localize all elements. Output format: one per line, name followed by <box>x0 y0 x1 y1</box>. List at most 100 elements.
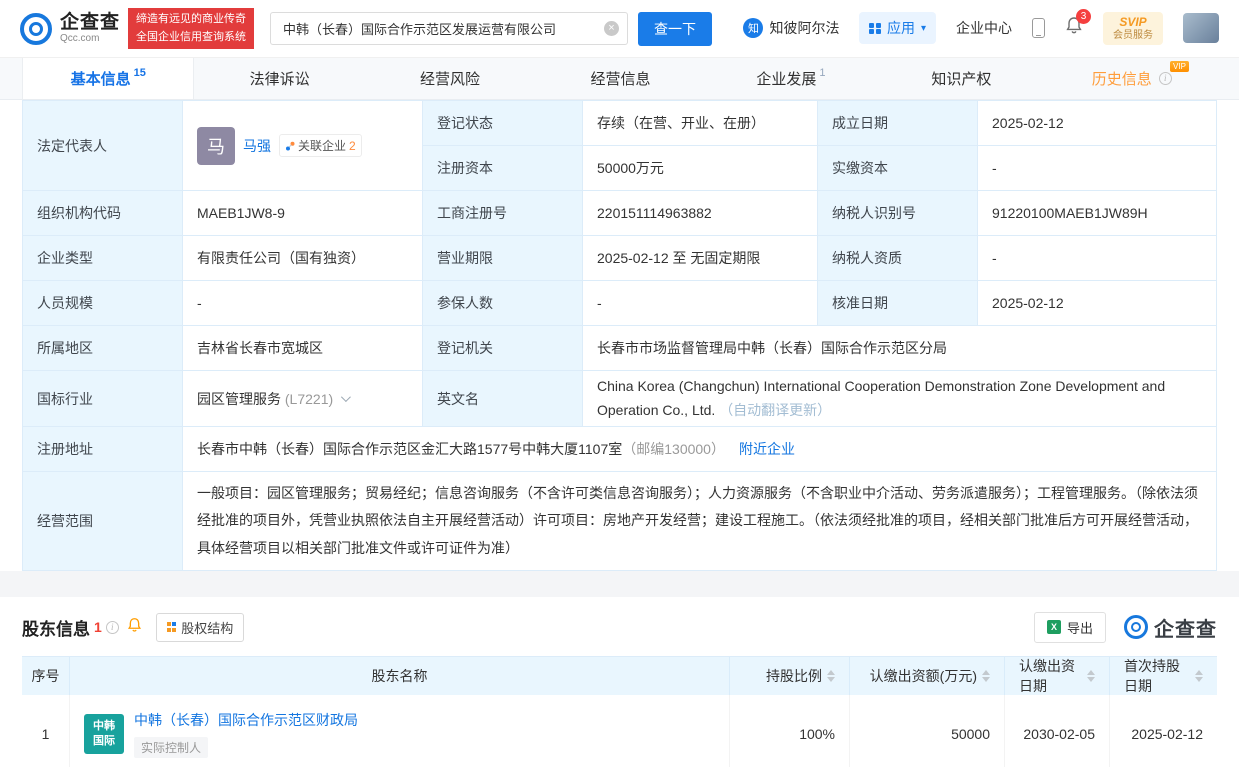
field-value: - <box>992 250 997 266</box>
col-no: 序号 <box>22 657 70 695</box>
tab-bar: 基本信息 15 法律诉讼 经营风险 经营信息 企业发展 1 知识产权 历史信息 … <box>0 58 1239 100</box>
monitor-bell-icon[interactable] <box>127 617 142 638</box>
field-label: 注册资本 <box>423 146 583 190</box>
vip-badge: VIP <box>1170 61 1189 72</box>
qcc-watermark: 企查查 <box>1124 613 1217 642</box>
tab-legal-litigation[interactable]: 法律诉讼 <box>194 58 364 99</box>
shareholders-title: 股东信息 <box>22 619 90 639</box>
shareholder-cell: 中韩 国际 中韩（长春）国际合作示范区财政局 实际控制人 <box>70 695 730 767</box>
field-value: 长春市市场监督管理局中韩（长春）国际合作示范区分局 <box>597 340 947 356</box>
qcc-logo-icon <box>20 12 52 45</box>
brand-name: 企查查 <box>60 11 121 33</box>
clear-search-icon[interactable]: × <box>604 21 620 36</box>
field-value: - <box>183 281 423 325</box>
first-date-value: 2025-02-12 <box>1131 725 1203 742</box>
col-ratio: 持股比例 <box>730 657 850 695</box>
tab-history-info[interactable]: 历史信息 VIP i <box>1047 58 1217 99</box>
apps-menu-button[interactable]: 应用 ▾ <box>859 12 936 45</box>
shareholder-logo[interactable]: 中韩 国际 <box>84 713 124 754</box>
address-cell: 长春市中韩（长春）国际合作示范区金汇大路1577号中韩大厦1107室 （邮编13… <box>197 439 795 459</box>
field-label: 核准日期 <box>818 281 978 325</box>
tab-business-info[interactable]: 经营信息 <box>535 58 705 99</box>
field-label: 参保人数 <box>423 281 583 325</box>
tab-count: 15 <box>133 67 146 79</box>
basic-info-table: 法定代表人 马 马强 关联企业 2 登记状态 存续（在营、开业、在册） 成立日期… <box>22 100 1217 571</box>
brand-domain: Qcc.com <box>60 33 100 45</box>
field-value: - <box>992 160 997 176</box>
shareholder-name-link[interactable]: 中韩（长春）国际合作示范区财政局 <box>134 710 358 730</box>
field-value: 2025-02-12 <box>992 115 1064 131</box>
field-label: 组织机构代码 <box>23 191 183 235</box>
actual-controller-badge[interactable]: 实际控制人 <box>134 736 209 758</box>
field-label: 企业类型 <box>23 236 183 280</box>
row-no: 1 <box>22 695 70 767</box>
col-shareholder-name: 股东名称 <box>70 657 730 695</box>
info-icon[interactable]: i <box>1158 72 1172 85</box>
shareholders-count: 1 <box>94 619 102 635</box>
field-label: 营业期限 <box>423 236 583 280</box>
svip-member-button[interactable]: SVIP 会员服务 <box>1103 12 1163 45</box>
field-label: 英文名 <box>423 371 583 426</box>
field-value: 存续（在营、开业、在册） <box>583 101 818 145</box>
search-input[interactable] <box>270 12 629 45</box>
zhibi-alpha-link[interactable]: 知 知彼阿尔法 <box>743 18 839 39</box>
table-row: 1 中韩 国际 中韩（长春）国际合作示范区财政局 实际控制人 100% 5000… <box>22 695 1217 767</box>
field-value: 吉林省长春市宽城区 <box>183 326 423 370</box>
field-label: 经营范围 <box>23 472 183 570</box>
notifications-button[interactable]: 3 <box>1065 9 1091 40</box>
field-label: 法定代表人 <box>23 101 183 190</box>
field-label: 人员规模 <box>23 281 183 325</box>
field-value: 91220100MAEB1JW89H <box>992 205 1148 221</box>
sort-icon[interactable] <box>827 670 835 682</box>
field-label: 实缴资本 <box>818 146 978 190</box>
tab-basic-info[interactable]: 基本信息 15 <box>22 58 195 99</box>
user-avatar[interactable] <box>1183 13 1219 44</box>
shareholders-section: 股东信息 1 i 股权结构 X 导出 企查查 序号 股东名称 持股比例 认缴出资… <box>0 597 1239 767</box>
export-button[interactable]: X 导出 <box>1033 611 1106 643</box>
tab-intellectual-property[interactable]: 知识产权 <box>876 58 1046 99</box>
field-label: 纳税人资质 <box>818 236 978 280</box>
sort-icon[interactable] <box>1087 670 1095 682</box>
mobile-app-icon[interactable] <box>1032 18 1045 39</box>
chevron-down-icon[interactable] <box>341 392 352 403</box>
col-subscribed-amount: 认缴出资额(万元) <box>850 657 1005 695</box>
related-companies-badge[interactable]: 关联企业 2 <box>279 134 362 157</box>
table-header-row: 序号 股东名称 持股比例 认缴出资额(万元) 认缴出资日期 首次持股日期 <box>22 657 1217 695</box>
tab-company-development[interactable]: 企业发展 1 <box>706 58 876 99</box>
amount-value: 50000 <box>850 695 1005 767</box>
sort-icon[interactable] <box>1195 670 1203 682</box>
auto-translate-note[interactable]: （自动翻译更新） <box>719 402 831 418</box>
sort-icon[interactable] <box>982 670 990 682</box>
legal-rep-avatar[interactable]: 马 <box>197 126 235 165</box>
field-value: 有限责任公司（国有独资） <box>183 236 423 280</box>
qcc-logo[interactable]: 企查查 Qcc.com <box>20 11 121 45</box>
section-divider <box>0 571 1239 597</box>
field-value: MAEB1JW8-9 <box>183 191 423 235</box>
search-button[interactable]: 查一下 <box>638 11 713 46</box>
field-label: 成立日期 <box>818 101 978 145</box>
field-value: 50000万元 <box>583 146 818 190</box>
field-label: 国标行业 <box>23 371 183 426</box>
industry-cell: 园区管理服务 (L7221) <box>183 371 423 426</box>
equity-structure-button[interactable]: 股权结构 <box>155 612 245 642</box>
field-label: 所属地区 <box>23 326 183 370</box>
info-icon[interactable]: i <box>105 620 119 634</box>
ratio-value: 100% <box>730 695 850 767</box>
date-value: 2030-02-05 <box>1005 695 1110 767</box>
field-label: 工商注册号 <box>423 191 583 235</box>
col-first-holding-date: 首次持股日期 <box>1110 657 1217 695</box>
field-label: 纳税人识别号 <box>818 191 978 235</box>
nearby-companies-link[interactable]: 附近企业 <box>739 439 795 459</box>
org-chart-icon <box>286 141 295 150</box>
field-label: 登记状态 <box>423 101 583 145</box>
enterprise-center-link[interactable]: 企业中心 <box>956 18 1012 38</box>
shareholders-table: 序号 股东名称 持股比例 认缴出资额(万元) 认缴出资日期 首次持股日期 1 中… <box>22 656 1217 767</box>
tab-operating-risk[interactable]: 经营风险 <box>365 58 535 99</box>
field-label: 注册地址 <box>23 427 183 471</box>
legal-rep-link[interactable]: 马强 <box>243 136 271 156</box>
search-box: × <box>270 12 629 45</box>
apps-grid-icon <box>869 22 881 35</box>
qcc-logo-icon <box>1124 615 1148 639</box>
zhibi-alpha-icon: 知 <box>743 18 764 39</box>
field-value: 2025-02-12 至 无固定期限 <box>583 236 818 280</box>
